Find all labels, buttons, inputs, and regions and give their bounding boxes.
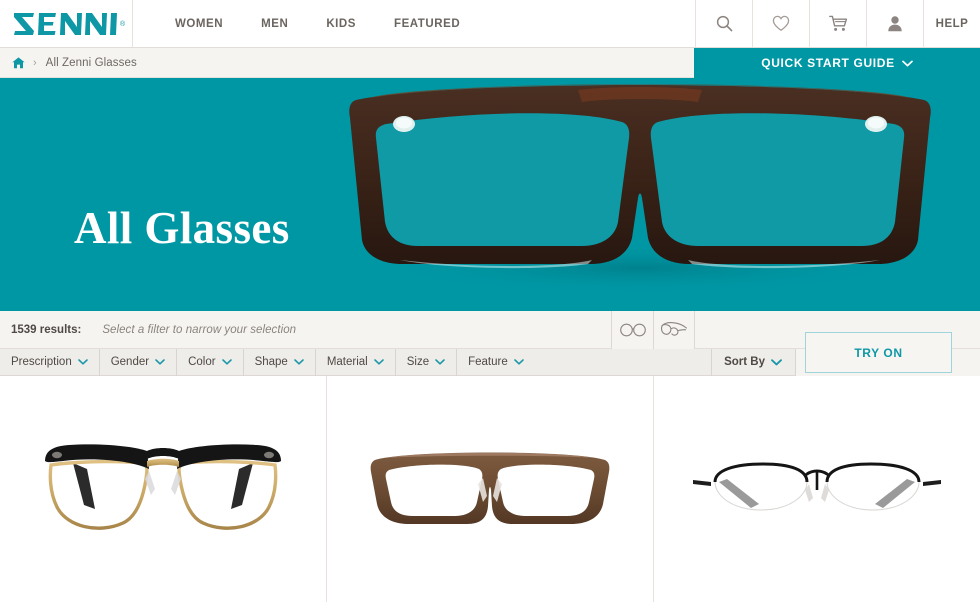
filter-material[interactable]: Material [316,348,396,376]
search-icon [716,15,732,32]
quick-start-guide-label: QUICK START GUIDE [761,56,895,70]
hero-banner: All Glasses [0,78,980,311]
filter-prescription[interactable]: Prescription [0,348,100,376]
view-front-icon [619,323,646,336]
view-front-button[interactable] [611,310,653,349]
site-header: ® WOMEN MEN KIDS FEATURED HELP [0,0,980,48]
chevron-down-icon [77,359,88,365]
view-angle-icon [660,321,687,336]
zenni-wordmark-icon [14,12,117,35]
product-1-image [45,444,281,530]
results-count: 1539 results: [11,323,82,336]
filter-gender[interactable]: Gender [100,348,178,376]
breadcrumb-current: All Zenni Glasses [45,56,137,69]
help-button[interactable]: HELP [923,0,980,47]
nav-featured[interactable]: FEATURED [375,0,479,48]
filter-color-label: Color [188,356,216,368]
search-button[interactable] [695,0,752,47]
home-glyph-icon [12,56,25,68]
zenni-logo-mark [14,12,118,35]
filter-shape-label: Shape [254,356,288,368]
breadcrumb: › All Zenni Glasses [0,48,694,78]
breadcrumb-separator: › [33,56,37,69]
view-angle-button[interactable] [653,310,695,349]
chevron-down-icon [155,359,165,365]
filter-size[interactable]: Size [396,348,458,376]
cart-button[interactable] [809,0,866,47]
page-title: All Glasses [74,203,290,253]
chevron-down-icon [221,359,232,365]
filter-size-label: Size [406,356,430,368]
nav-women[interactable]: WOMEN [156,0,242,48]
main-nav: WOMEN MEN KIDS FEATURED [133,0,479,47]
home-icon[interactable] [12,56,25,69]
product-card-1[interactable] [0,376,327,602]
filter-prescription-label: Prescription [11,356,72,368]
account-icon [888,16,902,32]
filter-shape[interactable]: Shape [244,348,316,376]
header-spacer [479,0,695,47]
logo[interactable]: ® [0,0,133,47]
hero-glasses-image [349,84,931,294]
chevron-down-icon [901,60,913,67]
try-on-button[interactable]: TRY ON [805,332,952,373]
chevron-down-icon [373,359,384,365]
logo-trademark: ® [120,21,126,28]
quick-start-guide-button[interactable]: QUICK START GUIDE [694,48,980,78]
product-2-image [370,452,610,524]
nav-men[interactable]: MEN [242,0,307,48]
favorites-button[interactable] [752,0,809,47]
heart-icon [772,15,790,31]
sort-by-label: Sort By [724,356,765,368]
product-3-image [693,462,941,511]
product-grid [0,376,980,602]
filter-gender-label: Gender [110,356,150,368]
chevron-down-icon [513,359,524,365]
breadcrumb-row: › All Zenni Glasses QUICK START GUIDE [0,48,980,78]
try-on-label: TRY ON [854,345,903,360]
view-mode-toggle [611,310,695,349]
cart-icon [828,15,847,31]
chevron-down-icon [294,359,304,365]
product-card-3[interactable] [654,376,980,602]
filter-color[interactable]: Color [177,348,244,376]
zenni-all-glasses-page: ® WOMEN MEN KIDS FEATURED HELP › All Zen… [0,0,980,614]
nav-kids[interactable]: KIDS [307,0,375,48]
filter-material-label: Material [326,356,368,368]
product-card-2[interactable] [327,376,654,602]
chevron-down-icon [435,359,445,365]
results-hint: Select a filter to narrow your selection [102,323,297,336]
sort-by-dropdown[interactable]: Sort By [711,348,795,376]
filter-feature[interactable]: Feature [457,349,535,376]
chevron-down-icon [771,358,782,366]
account-button[interactable] [866,0,923,47]
filter-feature-label: Feature [468,356,508,368]
